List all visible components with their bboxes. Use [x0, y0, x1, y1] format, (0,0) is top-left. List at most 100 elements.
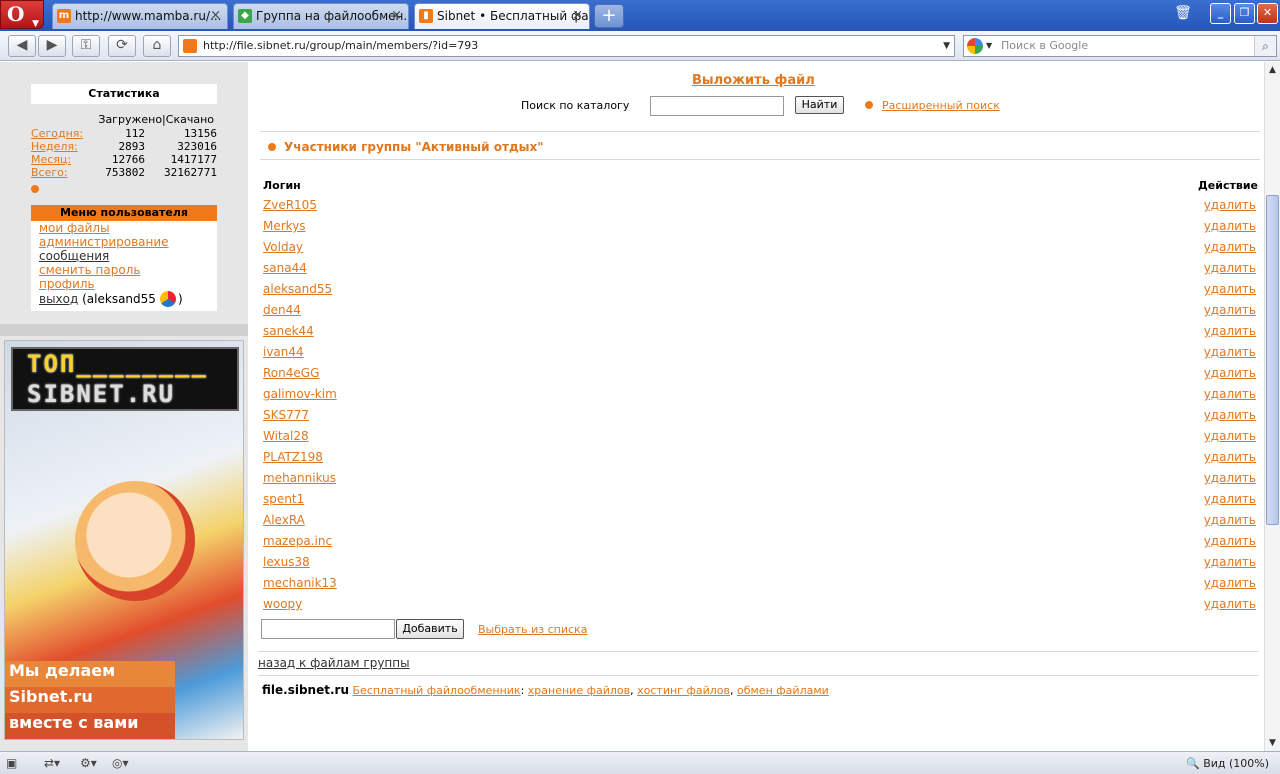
- footer-sep: ,: [630, 684, 634, 697]
- vertical-scrollbar[interactable]: ▲ ▼: [1264, 62, 1280, 751]
- menu-item-admin[interactable]: администрирование: [31, 235, 217, 249]
- logout-link[interactable]: выход: [39, 292, 78, 306]
- minimize-button[interactable]: _: [1210, 3, 1231, 24]
- scroll-up-icon[interactable]: ▲: [1265, 62, 1280, 78]
- google-search-field[interactable]: ▼ Поиск в Google ⌕: [963, 35, 1277, 57]
- panel-toggle-icon[interactable]: ▣: [6, 755, 17, 772]
- menu-item-messages[interactable]: сообщения: [31, 249, 217, 263]
- key-icon[interactable]: ⚿: [72, 35, 100, 57]
- reload-icon[interactable]: ⟳: [108, 35, 136, 57]
- stats-period-link[interactable]: Неделя:: [31, 140, 78, 153]
- add-button[interactable]: Добавить: [396, 619, 464, 639]
- tab-group[interactable]: ◆ Группа на файлообмен... ×: [233, 3, 409, 29]
- sidebar-divider: [0, 324, 248, 336]
- delete-link[interactable]: удалить: [1204, 576, 1256, 590]
- member-login-link[interactable]: Ron4eGG: [263, 366, 319, 380]
- scrollbar-thumb[interactable]: [1266, 195, 1279, 525]
- member-login-link[interactable]: PLATZ198: [263, 450, 323, 464]
- close-icon[interactable]: ×: [572, 4, 583, 28]
- back-arrow-icon[interactable]: ◀: [8, 35, 36, 57]
- sibnet-banner[interactable]: ТОП________ SIBNET.RU Мы делаем Sibnet.r…: [4, 340, 244, 740]
- scroll-down-icon[interactable]: ▼: [1265, 735, 1280, 751]
- footer-link-hosting[interactable]: хостинг файлов: [637, 684, 730, 697]
- trash-icon[interactable]: 🗑: [1174, 5, 1192, 25]
- find-button[interactable]: Найти: [795, 96, 844, 114]
- stats-period-link[interactable]: Сегодня:: [31, 127, 83, 140]
- member-login-link[interactable]: AlexRA: [263, 513, 305, 527]
- stats-period-link[interactable]: Месяц:: [31, 153, 71, 166]
- delete-link[interactable]: удалить: [1204, 429, 1256, 443]
- member-login-link[interactable]: Volday: [263, 240, 303, 254]
- footer-link-free-sharing[interactable]: Бесплатный файлообменник: [353, 684, 521, 697]
- delete-link[interactable]: удалить: [1204, 219, 1256, 233]
- forward-arrow-icon[interactable]: ▶: [38, 35, 66, 57]
- sync-icon[interactable]: ⇄▾: [44, 755, 60, 772]
- delete-link[interactable]: удалить: [1204, 492, 1256, 506]
- table-row: Volday удалить: [263, 240, 1258, 261]
- member-login-link[interactable]: woopy: [263, 597, 302, 611]
- delete-link[interactable]: удалить: [1204, 366, 1256, 380]
- search-placeholder: Поиск в Google: [1001, 39, 1089, 52]
- member-login-link[interactable]: den44: [263, 303, 301, 317]
- upload-file-link[interactable]: Выложить файл: [692, 73, 815, 88]
- member-login-link[interactable]: sana44: [263, 261, 307, 275]
- member-login-link[interactable]: ZveR105: [263, 198, 317, 212]
- member-login-link[interactable]: galimov-kim: [263, 387, 337, 401]
- window-close-button[interactable]: ✕: [1257, 3, 1278, 24]
- delete-link[interactable]: удалить: [1204, 471, 1256, 485]
- delete-link[interactable]: удалить: [1204, 303, 1256, 317]
- opera-menu-button[interactable]: O ▼: [0, 0, 44, 29]
- search-icon[interactable]: ⌕: [1254, 36, 1276, 56]
- pick-from-list-link[interactable]: Выбрать из списка: [478, 623, 587, 636]
- menu-item-my-files[interactable]: мои файлы: [31, 221, 217, 235]
- member-login-link[interactable]: SKS777: [263, 408, 309, 422]
- new-tab-button[interactable]: +: [594, 4, 624, 28]
- chevron-down-icon[interactable]: ▼: [943, 36, 950, 56]
- maximize-button[interactable]: ❐: [1234, 3, 1255, 24]
- delete-link[interactable]: удалить: [1204, 324, 1256, 338]
- delete-link[interactable]: удалить: [1204, 282, 1256, 296]
- member-login-link[interactable]: spent1: [263, 492, 304, 506]
- member-login-link[interactable]: lexus38: [263, 555, 310, 569]
- member-login-link[interactable]: mazepa.inc: [263, 534, 332, 548]
- catalog-search-input[interactable]: [650, 96, 784, 116]
- delete-link[interactable]: удалить: [1204, 198, 1256, 212]
- close-icon[interactable]: ×: [391, 4, 402, 28]
- address-bar[interactable]: http://file.sibnet.ru/group/main/members…: [178, 35, 955, 57]
- delete-link[interactable]: удалить: [1204, 240, 1256, 254]
- close-icon[interactable]: ×: [210, 4, 221, 28]
- footer-link-storage[interactable]: хранение файлов: [528, 684, 630, 697]
- turbo-icon[interactable]: ◎▾: [112, 755, 129, 772]
- divider: [260, 159, 1260, 160]
- home-icon[interactable]: ⌂: [143, 35, 171, 57]
- delete-link[interactable]: удалить: [1204, 450, 1256, 464]
- delete-link[interactable]: удалить: [1204, 513, 1256, 527]
- delete-link[interactable]: удалить: [1204, 534, 1256, 548]
- member-login-link[interactable]: Merkys: [263, 219, 306, 233]
- member-login-link[interactable]: Wital28: [263, 429, 309, 443]
- delete-link[interactable]: удалить: [1204, 555, 1256, 569]
- delete-link[interactable]: удалить: [1204, 261, 1256, 275]
- stats-period-link[interactable]: Всего:: [31, 166, 68, 179]
- member-login-link[interactable]: mechanik13: [263, 576, 337, 590]
- member-login-link[interactable]: ivan44: [263, 345, 304, 359]
- tab-mamba[interactable]: m http://www.mamba.ru/... ×: [52, 3, 228, 29]
- member-login-link[interactable]: aleksand55: [263, 282, 332, 296]
- delete-link[interactable]: удалить: [1204, 387, 1256, 401]
- zoom-control[interactable]: 🔍 Вид (100%): [1186, 755, 1269, 772]
- menu-item-change-password[interactable]: сменить пароль: [31, 263, 217, 277]
- member-login-link[interactable]: sanek44: [263, 324, 314, 338]
- banner-board-line2: SIBNET.RU: [27, 380, 176, 408]
- member-login-link[interactable]: mehannikus: [263, 471, 336, 485]
- chevron-down-icon[interactable]: ▼: [986, 36, 992, 56]
- back-to-group-files-link[interactable]: назад к файлам группы: [258, 656, 410, 670]
- footer-link-exchange[interactable]: обмен файлами: [737, 684, 829, 697]
- advanced-search-link[interactable]: Расширенный поиск: [882, 99, 1000, 112]
- tab-sibnet[interactable]: ▮ Sibnet • Бесплатный фа... ×: [414, 3, 590, 29]
- delete-link[interactable]: удалить: [1204, 345, 1256, 359]
- delete-link[interactable]: удалить: [1204, 408, 1256, 422]
- delete-link[interactable]: удалить: [1204, 597, 1256, 611]
- add-member-input[interactable]: [261, 619, 395, 639]
- unite-icon[interactable]: ⚙▾: [80, 755, 97, 772]
- menu-item-profile[interactable]: профиль: [31, 277, 217, 291]
